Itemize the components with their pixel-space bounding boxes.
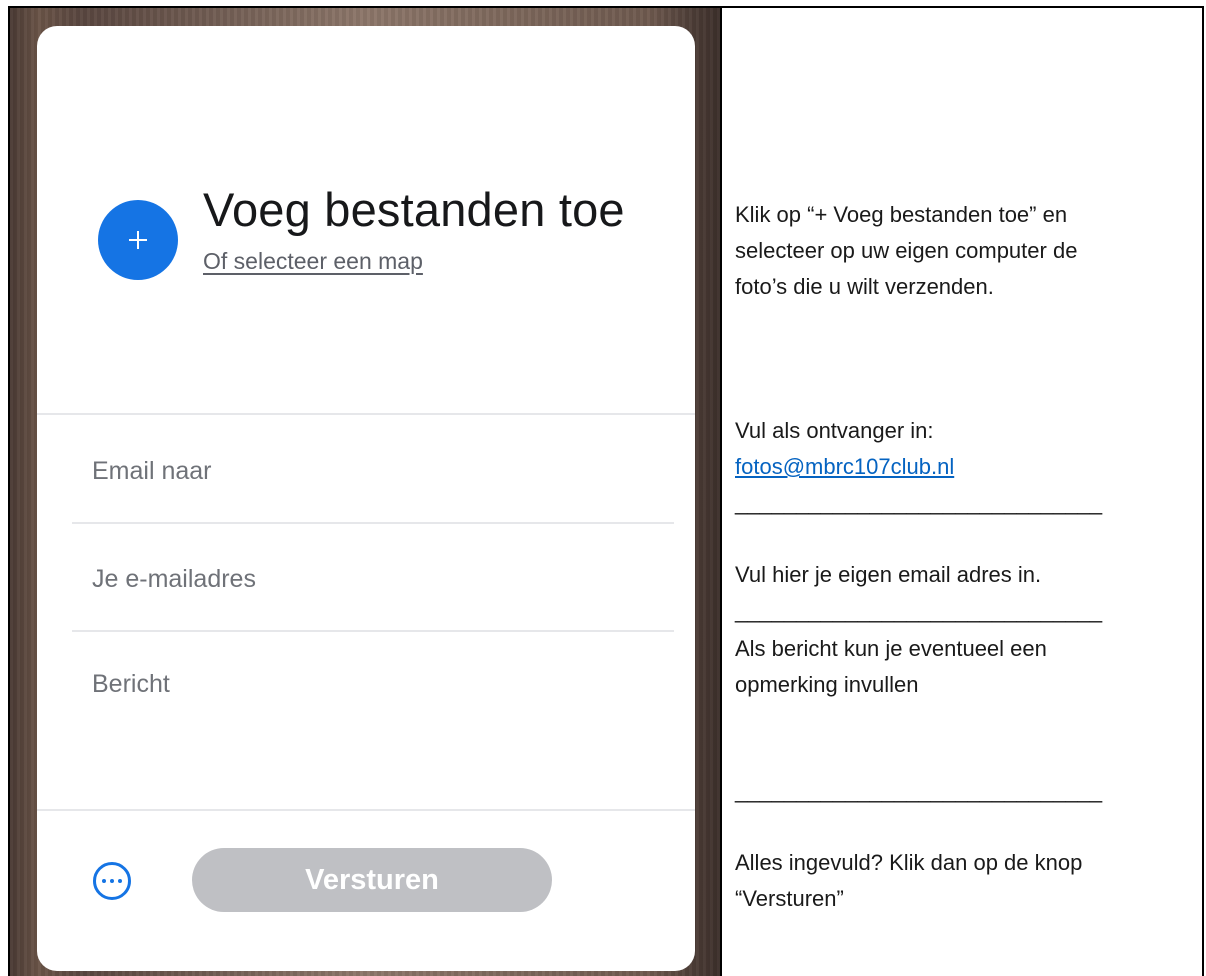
divider — [72, 630, 674, 632]
instruction-step4-line1: Als bericht kun je eventueel een — [735, 636, 1047, 661]
instruction-step1-line1: Klik op “+ Voeg bestanden toe” en — [735, 202, 1068, 227]
your-email-input[interactable] — [72, 549, 672, 609]
column-divider — [720, 6, 722, 976]
email-to-input[interactable] — [72, 441, 672, 501]
add-files-button[interactable] — [98, 200, 178, 280]
divider — [37, 809, 695, 811]
plus-icon — [129, 231, 147, 249]
divider — [37, 413, 695, 415]
add-files-title[interactable]: Voeg bestanden toe — [203, 182, 625, 237]
separator-line: ______________________________ — [735, 490, 1103, 515]
more-options-icon[interactable] — [93, 862, 131, 900]
instruction-step2: Vul als ontvanger in: — [735, 418, 934, 443]
select-folder-link[interactable]: Of selecteer een map — [203, 248, 423, 275]
message-input[interactable] — [72, 654, 672, 714]
recipient-email-link[interactable]: fotos@mbrc107club.nl — [735, 452, 954, 482]
separator-line: ______________________________ — [735, 778, 1103, 803]
instruction-step3: Vul hier je eigen email adres in. — [735, 562, 1042, 587]
screenshot-cell: Voeg bestanden toe Of selecteer een map … — [10, 8, 720, 976]
instruction-step4-line2: opmerking invullen — [735, 672, 919, 697]
send-button[interactable]: Versturen — [192, 848, 552, 912]
instruction-step1-line2: selecteer op uw eigen computer de — [735, 238, 1078, 263]
instruction-step5-line2: “Versturen” — [735, 886, 844, 911]
instruction-step1-line3: foto’s die u wilt verzenden. — [735, 274, 994, 299]
divider — [72, 522, 674, 524]
separator-line: ______________________________ — [735, 598, 1103, 623]
upload-card: Voeg bestanden toe Of selecteer een map … — [37, 26, 695, 971]
instruction-step5-line1: Alles ingevuld? Klik dan op de knop — [735, 850, 1083, 875]
